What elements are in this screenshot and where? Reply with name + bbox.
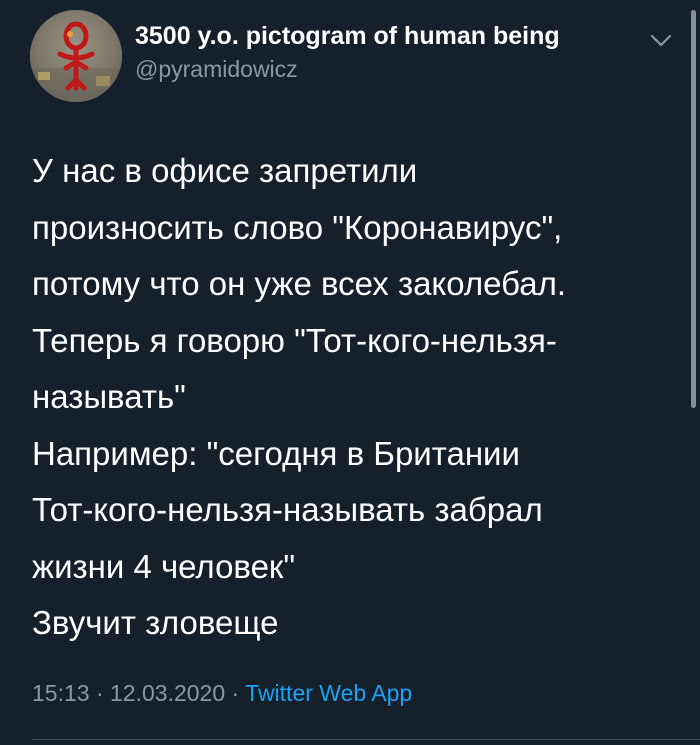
tweet-text-line: произносить слово "Коронавирус",: [32, 208, 563, 246]
pictogram-avatar-icon: [30, 10, 122, 102]
tweet-text-line: жизни 4 человек": [32, 547, 296, 585]
tweet-date[interactable]: 12.03.2020: [110, 680, 225, 706]
tweet-text-line: Например: "сегодня в Британии: [32, 434, 520, 472]
tweet-text-line: У нас в офисе запретили: [32, 152, 418, 189]
tweet-text: У нас в офисе запретили произносить слов…: [32, 143, 672, 652]
tweet: 3500 y.o. pictogram of human being @pyra…: [0, 0, 700, 745]
tweet-source-link[interactable]: Twitter Web App: [245, 680, 412, 706]
chevron-down-icon: [650, 34, 672, 47]
divider: [32, 739, 700, 740]
display-name[interactable]: 3500 y.o. pictogram of human being: [135, 22, 560, 51]
meta-separator: ·: [225, 680, 246, 706]
scrollbar[interactable]: [691, 10, 696, 408]
tweet-text-line: Тот-кого-нельзя-называть забрал: [32, 491, 543, 528]
user-handle[interactable]: @pyramidowicz: [135, 56, 298, 83]
tweet-text-line: Звучит зловеще: [32, 604, 279, 641]
tweet-meta: 15:13 · 12.03.2020 · Twitter Web App: [32, 680, 412, 707]
avatar[interactable]: [30, 10, 122, 102]
tweet-time[interactable]: 15:13: [32, 680, 90, 706]
tweet-text-line: Теперь я говорю "Тот-кого-нельзя-: [32, 321, 557, 359]
tweet-text-line: потому что он уже всех заколебал.: [32, 265, 567, 302]
tweet-menu-button[interactable]: [648, 30, 674, 50]
meta-separator: ·: [89, 680, 111, 706]
tweet-text-line: называть": [32, 378, 186, 415]
